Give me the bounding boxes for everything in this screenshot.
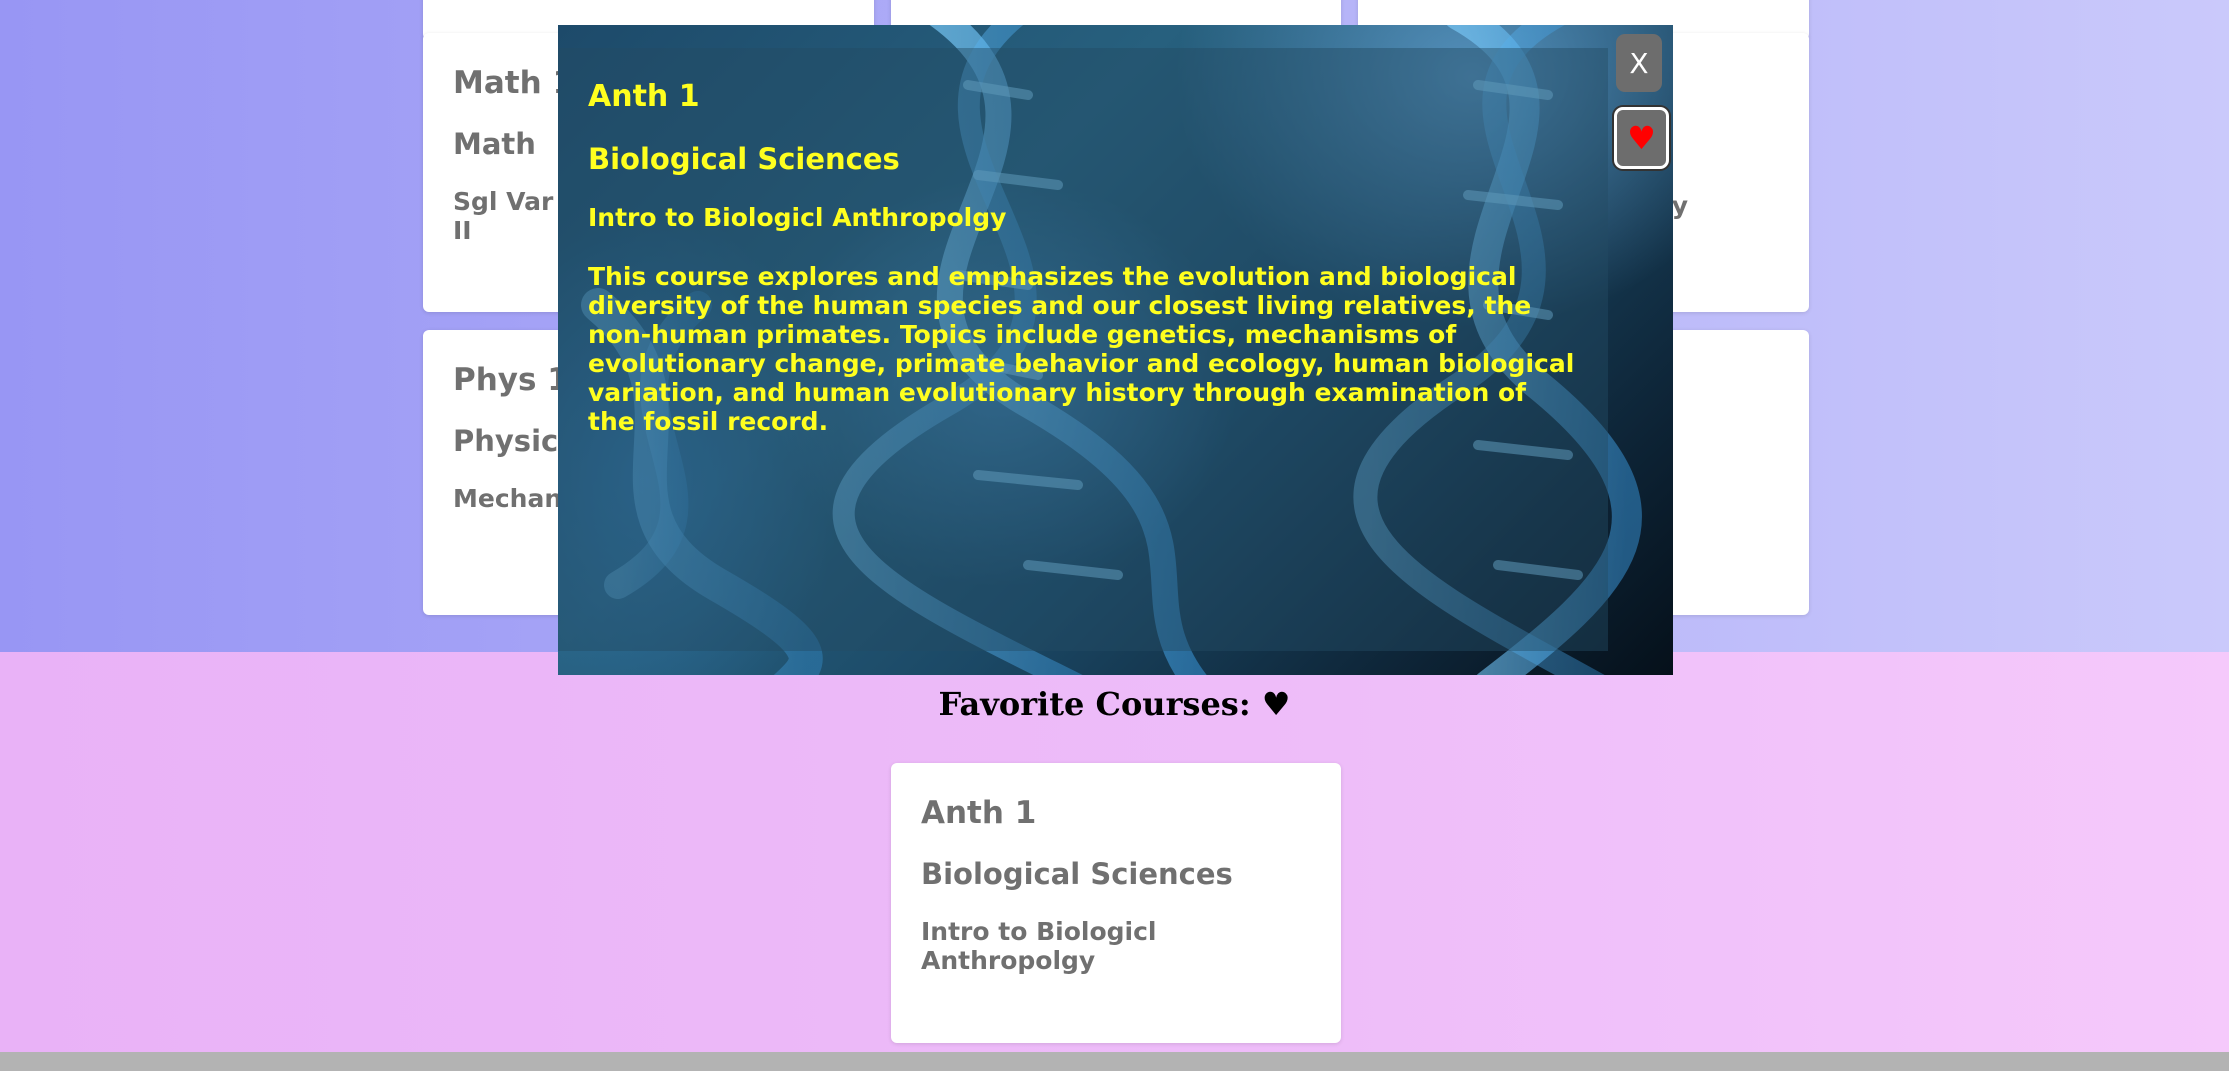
favorite-course-card[interactable]: Anth 1 Biological Sciences Intro to Biol… [891,763,1341,1043]
favorite-courses-heading: Favorite Courses: ♥ [938,685,1291,723]
modal-text-block: Anth 1 Biological Sciences Intro to Biol… [588,77,1578,436]
course-department: Biological Sciences [921,857,1233,891]
favorite-heart-button[interactable]: ♥ [1614,107,1669,169]
course-name: Intro to Biologicl Anthropolgy [921,917,1157,975]
heart-icon: ♥ [1627,119,1656,157]
footer-bar [0,1052,2229,1071]
course-title: Anth 1 [921,795,1037,831]
modal-course-name: Intro to Biologicl Anthropolgy [588,203,1007,232]
course-detail-modal: Anth 1 Biological Sciences Intro to Biol… [558,25,1673,675]
close-button[interactable]: X [1616,34,1662,92]
modal-course-title: Anth 1 [588,79,700,114]
modal-course-department: Biological Sciences [588,142,900,176]
modal-course-description: This course explores and emphasizes the … [588,262,1575,436]
